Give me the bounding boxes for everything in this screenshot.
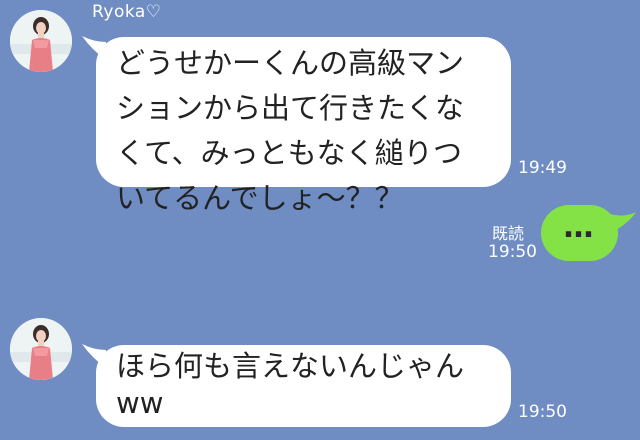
contact-avatar[interactable]	[10, 318, 72, 380]
message-timestamp: 19:50	[518, 402, 567, 422]
message-bubble-outgoing[interactable]: …	[541, 205, 618, 261]
contact-avatar[interactable]	[10, 10, 72, 72]
message-timestamp: 19:49	[518, 158, 567, 178]
message-timestamp: 19:50	[488, 242, 537, 262]
message-text: …	[563, 210, 596, 245]
profile-photo-icon	[10, 318, 72, 380]
message-line: ww	[116, 386, 164, 420]
message-bubble-incoming[interactable]: ほら何も言えないんじゃん ww	[96, 345, 511, 427]
read-receipt: 既読	[492, 224, 525, 243]
message-line: ほら何も言えないんじゃん	[116, 349, 465, 383]
message-line: どうせかーくんの高級マン	[116, 46, 465, 80]
bubble-tail	[610, 210, 638, 238]
message-line: ションから出て行きたくな	[116, 91, 465, 125]
message-bubble-incoming[interactable]: どうせかーくんの高級マン ションから出て行きたくな くて、みっともなく縋りつ い…	[96, 37, 511, 215]
profile-photo-icon	[10, 10, 72, 72]
message-line: いてるんでしょ～？？	[116, 181, 404, 215]
contact-name: Ryoka♡	[92, 2, 162, 22]
message-line: くて、みっともなく縋りつ	[116, 136, 462, 170]
